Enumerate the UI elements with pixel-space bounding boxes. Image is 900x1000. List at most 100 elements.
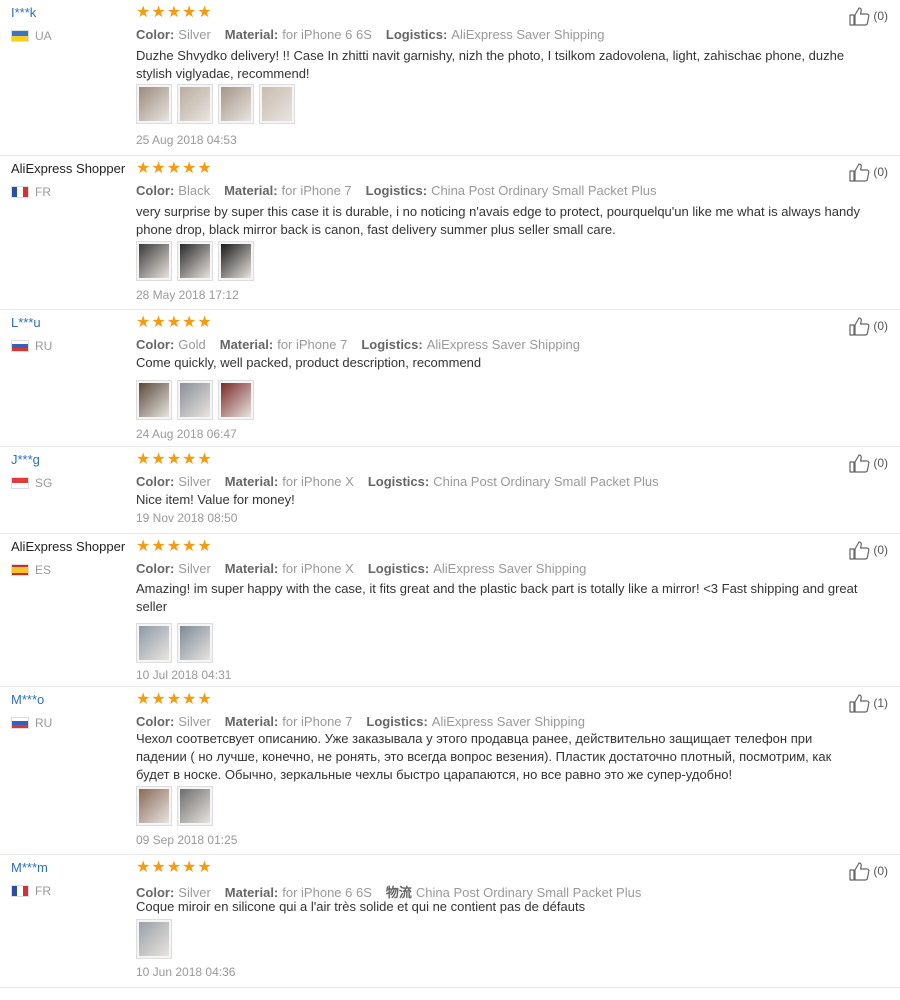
- review-photo-thumbnail[interactable]: [259, 84, 295, 124]
- review-meta: Color: Silver Material: for iPhone 6 6S Logi…: [136, 27, 605, 42]
- star-icon: ★: [166, 859, 182, 876]
- color-value: Silver: [178, 474, 211, 489]
- reviewer-country: ES: [11, 563, 51, 577]
- review-photo-thumbnail[interactable]: [136, 84, 172, 124]
- helpful-vote[interactable]: (0): [848, 162, 888, 182]
- helpful-count: (1): [873, 696, 888, 710]
- reviewer-country: UA: [11, 29, 52, 43]
- star-icon: ★: [151, 314, 166, 331]
- material-value: for iPhone X: [282, 474, 354, 489]
- material-label: Material:: [224, 27, 279, 42]
- color-value: Silver: [178, 714, 211, 729]
- review-photo-thumbnail[interactable]: [218, 84, 254, 124]
- helpful-vote[interactable]: (0): [848, 453, 888, 473]
- star-icon: ★: [151, 4, 166, 21]
- country-code: FR: [35, 884, 51, 898]
- thumbs-up-icon[interactable]: [848, 693, 870, 713]
- review-photo-thumbnail[interactable]: [177, 786, 213, 826]
- reviewer-country: FR: [11, 185, 51, 199]
- reviewer-country: RU: [11, 339, 52, 353]
- star-icon: ★: [136, 691, 151, 708]
- material-value: for iPhone 6 6S: [282, 27, 372, 42]
- country-code: UA: [35, 29, 52, 43]
- review-photo-thumbnail[interactable]: [136, 919, 172, 959]
- material-label: Material:: [224, 474, 279, 489]
- thumbs-up-icon[interactable]: [848, 540, 870, 560]
- reviewer-name[interactable]: M***m: [11, 860, 48, 875]
- review-meta: Color: Silver Material: for iPhone 7 Logisti…: [136, 714, 585, 729]
- logistics-label: Logistics:: [385, 27, 448, 42]
- logistics-value: AliExpress Saver Shipping: [451, 27, 605, 42]
- review-item: L***u RU ★ ★ ★ ★ ★ Color: Gold Material: for iPhon…: [0, 310, 900, 447]
- logistics-value: AliExpress Saver Shipping: [431, 714, 585, 729]
- review-photo-thumbnail[interactable]: [177, 84, 213, 124]
- star-icon: ★: [197, 160, 212, 177]
- color-value: Silver: [178, 27, 211, 42]
- reviewer-country: RU: [11, 716, 52, 730]
- star-rating: ★ ★ ★ ★ ★: [136, 691, 212, 708]
- review-date: 10 Jun 2018 04:36: [136, 965, 236, 979]
- star-rating: ★ ★ ★ ★ ★: [136, 314, 212, 331]
- review-item: M***o RU ★ ★ ★ ★ ★ Color: Silver Material: for iPh…: [0, 687, 900, 855]
- review-photo-thumbnail[interactable]: [136, 241, 172, 281]
- star-icon: ★: [166, 4, 182, 21]
- review-photo-thumbnail[interactable]: [136, 623, 172, 663]
- review-date: 09 Sep 2018 01:25: [136, 833, 238, 847]
- review-photo-thumbnail[interactable]: [218, 380, 254, 420]
- star-icon: ★: [197, 859, 212, 876]
- star-icon: ★: [197, 314, 212, 331]
- review-photo-thumbnail[interactable]: [177, 380, 213, 420]
- flag-icon: [11, 564, 29, 576]
- helpful-vote[interactable]: (0): [848, 540, 888, 560]
- star-icon: ★: [136, 160, 151, 177]
- star-icon: ★: [182, 451, 197, 468]
- review-photo-thumbnail[interactable]: [136, 380, 172, 420]
- helpful-count: (0): [873, 319, 888, 333]
- thumbs-up-icon[interactable]: [848, 162, 870, 182]
- star-icon: ★: [136, 314, 151, 331]
- review-date: 10 Jul 2018 04:31: [136, 668, 232, 682]
- helpful-vote[interactable]: (0): [848, 6, 888, 26]
- star-icon: ★: [182, 859, 197, 876]
- review-photos: [136, 786, 213, 826]
- helpful-vote[interactable]: (0): [848, 861, 888, 881]
- review-text: Coque miroir en silicone qui a l'air trè…: [136, 899, 586, 914]
- thumbs-up-icon[interactable]: [848, 861, 870, 881]
- reviewer-name[interactable]: M***o: [11, 692, 44, 707]
- helpful-vote[interactable]: (1): [848, 693, 888, 713]
- reviewer-name[interactable]: L***u: [11, 315, 41, 330]
- star-icon: ★: [136, 4, 151, 21]
- logistics-value: AliExpress Saver Shipping: [433, 561, 587, 576]
- review-photo-thumbnail[interactable]: [177, 623, 213, 663]
- star-icon: ★: [182, 691, 197, 708]
- flag-icon: [11, 30, 29, 42]
- review-text: Nice item! Value for money!: [136, 492, 295, 507]
- color-value: Silver: [178, 561, 211, 576]
- star-icon: ★: [197, 4, 212, 21]
- review-photo-thumbnail[interactable]: [136, 786, 172, 826]
- reviewer-name[interactable]: J***g: [11, 452, 40, 467]
- flag-icon: [11, 477, 29, 489]
- thumbs-up-icon[interactable]: [848, 316, 870, 336]
- review-date: 19 Nov 2018 08:50: [136, 511, 238, 525]
- material-value: for iPhone 7: [277, 337, 348, 352]
- color-label: Color:: [136, 27, 175, 42]
- helpful-count: (0): [873, 864, 888, 878]
- star-rating: ★ ★ ★ ★ ★: [136, 859, 212, 876]
- country-code: SG: [35, 476, 53, 490]
- thumbs-up-icon[interactable]: [848, 6, 870, 26]
- review-meta: Color: Silver Material: for iPhone X Logisti…: [136, 561, 586, 576]
- review-photo-thumbnail[interactable]: [177, 241, 213, 281]
- star-icon: ★: [151, 160, 166, 177]
- reviewer-country: SG: [11, 476, 52, 490]
- reviewer-name[interactable]: I***k: [11, 5, 36, 20]
- thumbs-up-icon[interactable]: [848, 453, 870, 473]
- color-value: Black: [178, 183, 211, 198]
- reviewer-name: AliExpress Shopper: [11, 539, 126, 554]
- color-label: Color:: [136, 474, 175, 489]
- helpful-vote[interactable]: (0): [848, 316, 888, 336]
- material-label: Material:: [224, 183, 278, 198]
- review-photo-thumbnail[interactable]: [218, 241, 254, 281]
- review-photos: [136, 84, 295, 124]
- helpful-count: (0): [873, 456, 888, 470]
